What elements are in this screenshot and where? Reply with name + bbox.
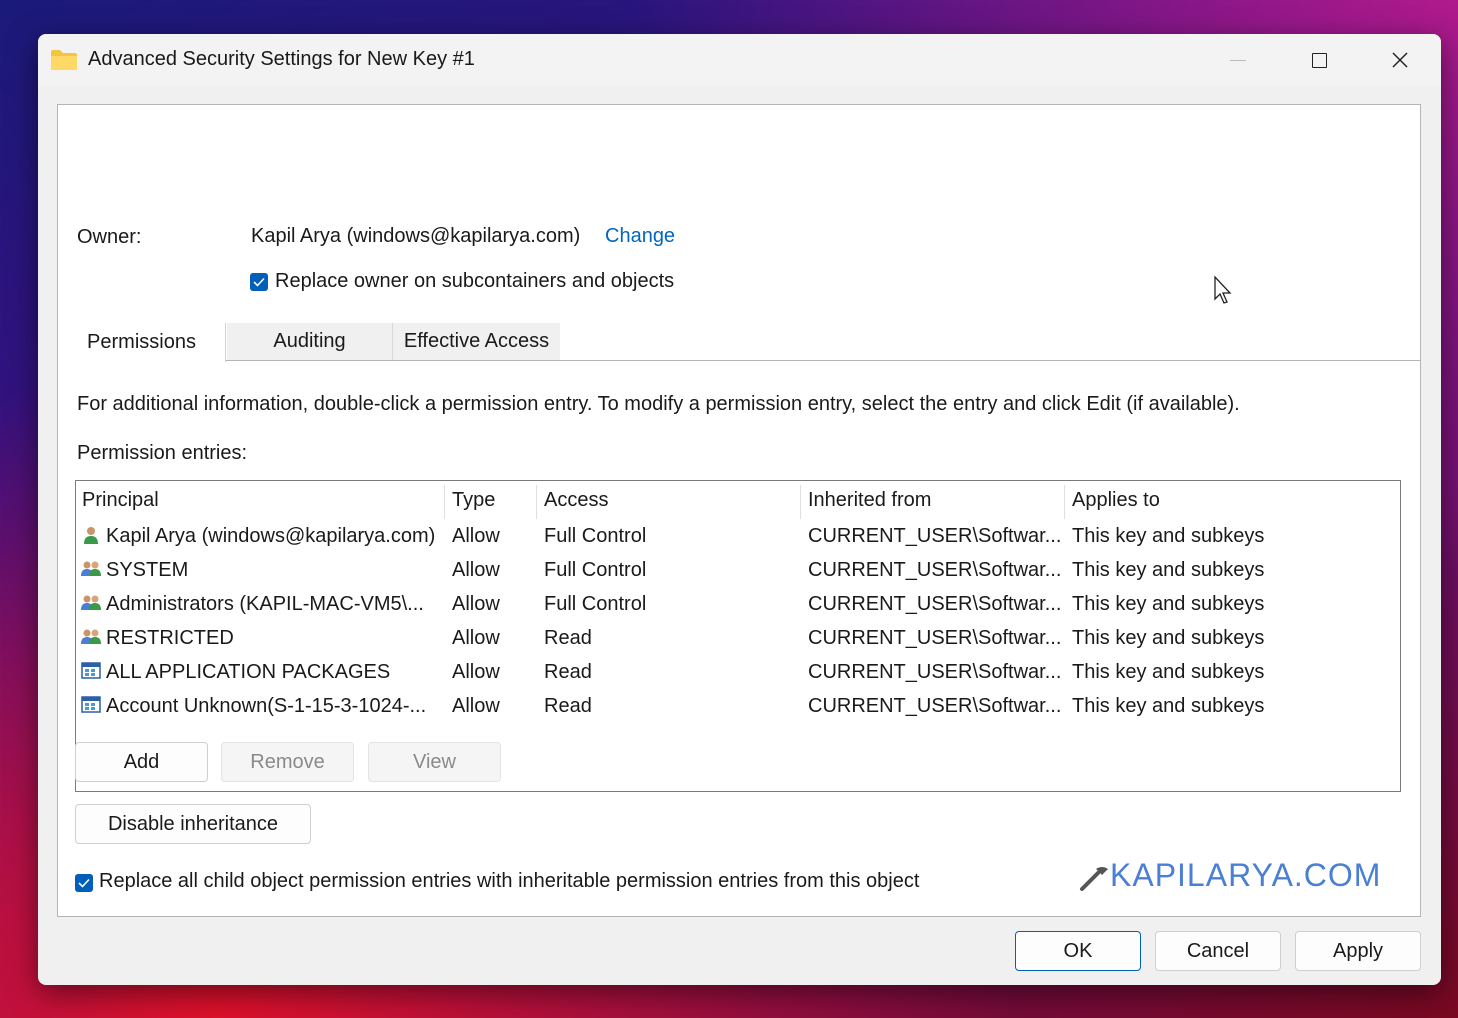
principal-cell: RESTRICTED bbox=[106, 627, 234, 649]
package-icon bbox=[81, 696, 101, 713]
table-row[interactable]: RESTRICTED Allow Read CURRENT_USER\Softw… bbox=[76, 623, 1400, 657]
applies-cell: This key and subkeys bbox=[1072, 695, 1265, 717]
replace-child-checkbox[interactable] bbox=[75, 874, 93, 892]
change-owner-link[interactable]: Change bbox=[605, 225, 675, 248]
table-row[interactable]: ALL APPLICATION PACKAGES Allow Read CURR… bbox=[76, 657, 1400, 691]
checkmark-icon bbox=[253, 277, 265, 287]
column-header-applies-to[interactable]: Applies to bbox=[1072, 489, 1160, 512]
tab-strip: Permissions Auditing Effective Access bbox=[58, 323, 1420, 362]
tab-auditing[interactable]: Auditing bbox=[226, 323, 392, 360]
applies-cell: This key and subkeys bbox=[1072, 627, 1265, 649]
remove-button[interactable]: Remove bbox=[221, 742, 354, 782]
group-icon bbox=[81, 561, 101, 576]
table-row[interactable]: Kapil Arya (windows@kapilarya.com) Allow… bbox=[76, 521, 1400, 555]
column-header-access[interactable]: Access bbox=[544, 489, 608, 512]
inherited-cell: CURRENT_USER\Softwar... bbox=[808, 525, 1062, 547]
group-icon bbox=[81, 629, 101, 644]
table-row[interactable]: Administrators (KAPIL-MAC-VM5\... Allow … bbox=[76, 589, 1400, 623]
window-title: Advanced Security Settings for New Key #… bbox=[88, 48, 475, 70]
access-cell: Read bbox=[544, 695, 592, 717]
mouse-cursor-icon bbox=[1214, 275, 1232, 304]
replace-child-label[interactable]: Replace all child object permission entr… bbox=[99, 870, 919, 893]
title-bar[interactable]: Advanced Security Settings for New Key #… bbox=[38, 34, 1441, 86]
type-cell: Allow bbox=[452, 559, 500, 581]
applies-cell: This key and subkeys bbox=[1072, 593, 1265, 615]
column-divider[interactable] bbox=[1064, 485, 1065, 519]
minimize-icon bbox=[1230, 59, 1246, 61]
replace-owner-checkbox[interactable] bbox=[250, 273, 268, 291]
table-row[interactable]: Account Unknown(S-1-15-3-1024-... Allow … bbox=[76, 691, 1400, 725]
table-row[interactable]: SYSTEM Allow Full Control CURRENT_USER\S… bbox=[76, 555, 1400, 589]
maximize-icon bbox=[1311, 52, 1327, 68]
type-cell: Allow bbox=[452, 661, 500, 683]
column-divider[interactable] bbox=[800, 485, 801, 519]
list-header: Principal Type Access Inherited from App… bbox=[76, 481, 1400, 521]
access-cell: Read bbox=[544, 627, 592, 649]
watermark-text: KAPILARYA.COM bbox=[1110, 857, 1382, 893]
wrench-logo-icon bbox=[1080, 867, 1108, 891]
close-icon bbox=[1392, 52, 1408, 68]
column-divider[interactable] bbox=[536, 485, 537, 519]
access-cell: Full Control bbox=[544, 593, 647, 615]
ok-button[interactable]: OK bbox=[1015, 931, 1141, 971]
column-header-inherited-from[interactable]: Inherited from bbox=[808, 489, 931, 512]
access-cell: Full Control bbox=[544, 559, 647, 581]
cancel-button[interactable]: Cancel bbox=[1155, 931, 1281, 971]
minimize-button[interactable] bbox=[1198, 34, 1278, 86]
add-button[interactable]: Add bbox=[75, 742, 208, 782]
owner-value: Kapil Arya (windows@kapilarya.com) bbox=[251, 225, 581, 247]
principal-cell: Account Unknown(S-1-15-3-1024-... bbox=[106, 695, 427, 717]
info-text: For additional information, double-click… bbox=[77, 393, 1240, 415]
principal-cell: Kapil Arya (windows@kapilarya.com) bbox=[106, 525, 436, 547]
principal-cell: SYSTEM bbox=[106, 559, 189, 581]
main-panel: Owner: Kapil Arya (windows@kapilarya.com… bbox=[57, 104, 1421, 917]
view-button[interactable]: View bbox=[368, 742, 501, 782]
applies-cell: This key and subkeys bbox=[1072, 661, 1265, 683]
column-divider[interactable] bbox=[444, 485, 445, 519]
inherited-cell: CURRENT_USER\Softwar... bbox=[808, 593, 1062, 615]
type-cell: Allow bbox=[452, 695, 500, 717]
tab-permissions[interactable]: Permissions bbox=[58, 323, 226, 362]
replace-owner-label[interactable]: Replace owner on subcontainers and objec… bbox=[275, 270, 674, 293]
user-icon bbox=[84, 527, 98, 544]
tab-effective-access[interactable]: Effective Access bbox=[392, 323, 560, 360]
applies-cell: This key and subkeys bbox=[1072, 525, 1265, 547]
applies-cell: This key and subkeys bbox=[1072, 559, 1265, 581]
package-icon bbox=[81, 662, 101, 679]
principal-cell: Administrators (KAPIL-MAC-VM5\... bbox=[106, 593, 424, 615]
type-cell: Allow bbox=[452, 525, 500, 547]
group-icon bbox=[81, 595, 101, 610]
disable-inheritance-button[interactable]: Disable inheritance bbox=[75, 804, 311, 844]
close-button[interactable] bbox=[1360, 34, 1440, 86]
inherited-cell: CURRENT_USER\Softwar... bbox=[808, 559, 1062, 581]
column-header-principal[interactable]: Principal bbox=[82, 489, 159, 512]
checkmark-icon bbox=[78, 878, 90, 888]
inherited-cell: CURRENT_USER\Softwar... bbox=[808, 627, 1062, 649]
security-settings-window: Advanced Security Settings for New Key #… bbox=[38, 34, 1441, 985]
maximize-button[interactable] bbox=[1279, 34, 1359, 86]
type-cell: Allow bbox=[452, 593, 500, 615]
permission-entries-label: Permission entries: bbox=[77, 442, 248, 464]
inherited-cell: CURRENT_USER\Softwar... bbox=[808, 661, 1062, 683]
access-cell: Full Control bbox=[544, 525, 647, 547]
owner-label: Owner: bbox=[77, 226, 142, 248]
type-cell: Allow bbox=[452, 627, 500, 649]
apply-button[interactable]: Apply bbox=[1295, 931, 1421, 971]
column-header-type[interactable]: Type bbox=[452, 489, 495, 512]
folder-icon bbox=[51, 50, 77, 70]
principal-cell: ALL APPLICATION PACKAGES bbox=[106, 661, 391, 683]
access-cell: Read bbox=[544, 661, 592, 683]
inherited-cell: CURRENT_USER\Softwar... bbox=[808, 695, 1062, 717]
